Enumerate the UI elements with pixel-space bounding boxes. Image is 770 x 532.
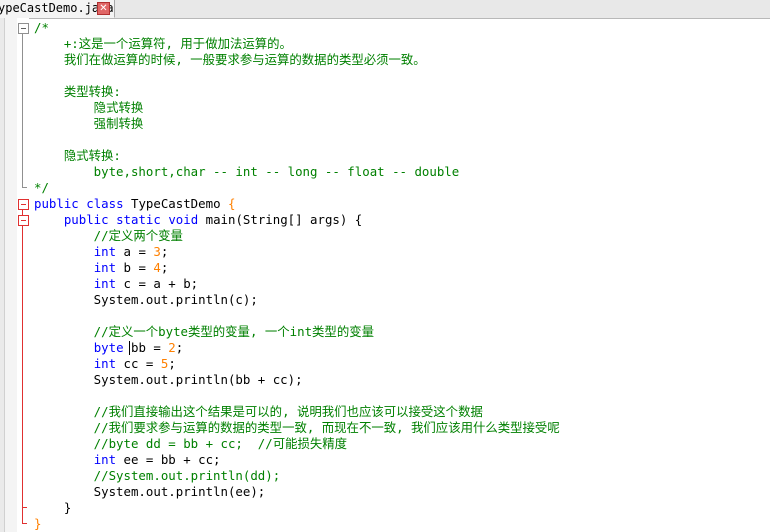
code-token: 2 xyxy=(168,340,176,355)
code-token: +:这是一个运算符, 用于做加法运算的。 xyxy=(34,36,292,51)
code-line: 隐式转换: xyxy=(34,148,121,164)
code-token: cc = xyxy=(116,356,161,371)
code-token: int xyxy=(93,276,117,291)
code-token: a = xyxy=(116,244,154,259)
code-token: //byte dd = bb + cc; //可能损失精度 xyxy=(34,436,348,451)
fold-line xyxy=(22,34,23,187)
code-token: c = a + b; xyxy=(116,276,199,291)
code-line: int a = 3; xyxy=(34,244,169,260)
code-token: int xyxy=(93,244,117,259)
code-token: 强制转换 xyxy=(34,116,144,131)
code-token: 4 xyxy=(153,260,161,275)
code-line: //byte dd = bb + cc; //可能损失精度 xyxy=(34,436,347,452)
code-token: } xyxy=(34,500,72,515)
code-line: int cc = 5; xyxy=(34,356,176,372)
code-token: //我们直接输出这个结果是可以的, 说明我们也应该可以接受这个数据 xyxy=(34,404,483,419)
code-token: System.out.println(ee); xyxy=(34,484,266,499)
code-line: 我们在做运算的时候, 一般要求参与运算的数据的类型必须一致。 xyxy=(34,52,426,68)
code-line: //定义一个byte类型的变量, 一个int类型的变量 xyxy=(34,324,374,340)
code-token: 我们在做运算的时候, 一般要求参与运算的数据的类型必须一致。 xyxy=(34,52,426,67)
editor-tab-bar: ypeCastDemo.java ✕ xyxy=(0,0,770,19)
code-line: System.out.println(bb + cc); xyxy=(34,372,303,388)
code-token: b = xyxy=(116,260,154,275)
close-icon[interactable]: ✕ xyxy=(97,2,110,15)
code-token: System.out.println(c); xyxy=(34,292,258,307)
code-line: System.out.println(c); xyxy=(34,292,258,308)
code-token: } xyxy=(34,516,42,531)
code-token: ee = bb + cc; xyxy=(116,452,221,467)
code-token: //System.out.println(dd); xyxy=(34,468,281,483)
fold-end-marker xyxy=(22,507,27,508)
code-line: /* xyxy=(34,20,49,36)
code-token: int xyxy=(93,260,117,275)
code-line: +:这是一个运算符, 用于做加法运算的。 xyxy=(34,36,292,52)
code-line: int c = a + b; xyxy=(34,276,198,292)
code-line: 强制转换 xyxy=(34,116,144,132)
code-line: byte,short,char -- int -- long -- float … xyxy=(34,164,460,180)
fold-toggle-icon[interactable] xyxy=(18,23,29,34)
code-token: void xyxy=(168,212,199,227)
code-line: public class TypeCastDemo { xyxy=(34,196,235,212)
code-token: byte,short,char -- int -- long -- float … xyxy=(34,164,460,179)
code-line: */ xyxy=(34,180,49,196)
code-line: //我们要求参与运算的数据的类型一致, 而现在不一致, 我们应该用什么类型接受呢 xyxy=(34,420,560,436)
code-token: static xyxy=(116,212,161,227)
code-line: //定义两个变量 xyxy=(34,228,183,244)
code-line: //我们直接输出这个结果是可以的, 说明我们也应该可以接受这个数据 xyxy=(34,404,483,420)
code-token: */ xyxy=(34,180,49,195)
code-token: TypeCastDemo xyxy=(123,196,228,211)
code-token: public xyxy=(34,196,79,211)
code-token: 类型转换: xyxy=(34,84,121,99)
code-token: //定义两个变量 xyxy=(34,228,183,243)
fold-toggle-icon[interactable] xyxy=(18,215,29,226)
code-line: byte bb = 2; xyxy=(34,340,184,356)
code-token: ; xyxy=(168,356,176,371)
code-token: /* xyxy=(34,20,49,35)
code-token: byte xyxy=(93,340,124,355)
code-line: System.out.println(ee); xyxy=(34,484,266,500)
code-token: ; xyxy=(175,340,184,355)
code-line: } xyxy=(34,500,71,516)
fold-end-marker xyxy=(22,187,27,188)
code-token: public xyxy=(63,212,109,227)
code-token: 3 xyxy=(153,244,161,259)
code-token: //我们要求参与运算的数据的类型一致, 而现在不一致, 我们应该用什么类型接受呢 xyxy=(34,420,560,435)
code-token: class xyxy=(86,196,124,211)
code-token: { xyxy=(227,196,236,211)
code-line: //System.out.println(dd); xyxy=(34,468,281,484)
fold-margin xyxy=(17,18,29,532)
code-line: public static void main(String[] args) { xyxy=(34,212,362,228)
code-line: 类型转换: xyxy=(34,84,121,100)
fold-toggle-icon[interactable] xyxy=(18,199,29,210)
code-token: bb = xyxy=(123,340,169,355)
line-marker-gutter xyxy=(5,18,17,532)
fold-end-marker xyxy=(22,523,27,524)
code-token: ; xyxy=(160,260,169,275)
code-line: int ee = bb + cc; xyxy=(34,452,221,468)
code-line: 隐式转换 xyxy=(34,100,144,116)
code-token: main(String[] args) { xyxy=(198,212,363,227)
code-token: int xyxy=(93,452,117,467)
code-token: //定义一个byte类型的变量, 一个int类型的变量 xyxy=(34,324,374,339)
code-token: ; xyxy=(160,244,169,259)
code-token: 隐式转换: xyxy=(34,148,121,163)
code-token: System.out.println(bb + cc); xyxy=(34,372,303,387)
code-token: int xyxy=(93,356,117,371)
code-token: 隐式转换 xyxy=(34,100,144,115)
code-line: int b = 4; xyxy=(34,260,169,276)
code-line: } xyxy=(34,516,41,532)
text-cursor xyxy=(129,341,130,355)
file-tab[interactable]: ypeCastDemo.java ✕ xyxy=(0,0,115,18)
fold-line xyxy=(22,210,23,523)
